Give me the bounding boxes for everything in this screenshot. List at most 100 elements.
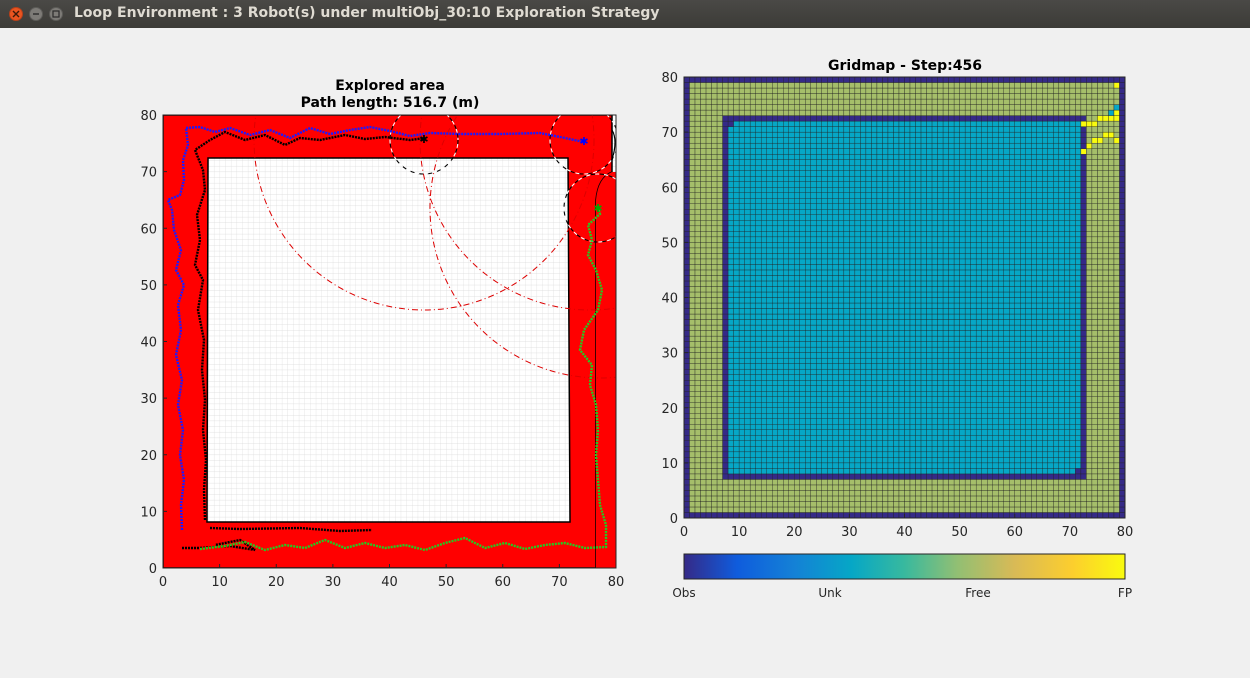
grid-cell-unk xyxy=(760,424,767,430)
grid-cell-unk xyxy=(749,258,756,265)
grid-cell-free xyxy=(744,484,751,491)
grid-cell-free xyxy=(1075,495,1082,502)
grid-cell-unk xyxy=(970,209,977,215)
grid-cell-unk xyxy=(794,446,800,453)
grid-cell-unk xyxy=(871,380,878,386)
grid-cell-free xyxy=(716,391,723,397)
grid-cell-unk xyxy=(777,468,784,475)
grid-cell-unk xyxy=(738,341,745,348)
grid-cell-unk xyxy=(854,468,861,475)
grid-cell-unk xyxy=(760,247,767,254)
grid-cell-obs xyxy=(959,512,966,519)
grid-cell-free xyxy=(1113,457,1120,464)
grid-cell-free xyxy=(700,247,707,254)
grid-cell-obs xyxy=(683,258,690,265)
grid-cell-unk xyxy=(1053,264,1060,271)
grid-cell-unk xyxy=(832,192,839,199)
grid-cell-unk xyxy=(749,176,756,182)
grid-cell-free xyxy=(849,479,856,486)
grid-cell-free xyxy=(1113,231,1120,238)
grid-cell-unk xyxy=(727,330,734,337)
grid-cell-free xyxy=(987,490,993,497)
grid-cell-unk xyxy=(876,247,883,254)
grid-cell-free xyxy=(876,495,883,502)
grid-cell-unk xyxy=(1009,275,1015,282)
grid-cell-obs xyxy=(1119,424,1126,430)
grid-cell-obs xyxy=(1080,363,1087,370)
grid-cell-unk xyxy=(1058,264,1065,271)
grid-cell-unk xyxy=(975,297,982,304)
grid-cell-unk xyxy=(1003,352,1010,359)
grid-cell-unk xyxy=(937,324,944,331)
grid-cell-unk xyxy=(760,209,767,215)
grid-cell-unk xyxy=(1064,313,1071,320)
grid-cell-unk xyxy=(1047,187,1054,193)
grid-cell-unk xyxy=(794,319,800,326)
grid-cell-unk xyxy=(760,324,767,331)
grid-cell-obs xyxy=(854,473,861,480)
grid-cell-unk xyxy=(832,396,839,403)
grid-cell-unk xyxy=(876,363,883,370)
grid-cell-unk xyxy=(821,396,828,403)
grid-cell-unk xyxy=(733,424,740,430)
grid-cell-unk xyxy=(783,418,789,425)
grid-cell-unk xyxy=(992,440,999,447)
grid-cell-unk xyxy=(937,269,944,276)
grid-cell-free xyxy=(860,484,867,491)
grid-cell-free xyxy=(705,341,712,348)
grid-cell-obs xyxy=(1009,512,1015,519)
grid-cell-unk xyxy=(1014,242,1021,249)
grid-cell-obs xyxy=(1080,391,1087,397)
grid-cell-unk xyxy=(772,407,778,414)
grid-cell-free xyxy=(711,385,718,392)
grid-cell-free xyxy=(705,368,712,375)
grid-cell-unk xyxy=(975,363,982,370)
grid-cell-free xyxy=(981,484,988,491)
grid-cell-unk xyxy=(766,247,773,254)
grid-cell-free xyxy=(694,435,701,441)
grid-cell-obs xyxy=(683,286,690,293)
grid-cell-unk xyxy=(1009,385,1015,392)
grid-cell-unk xyxy=(755,451,762,458)
grid-cell-unk xyxy=(1025,341,1032,348)
grid-cell-unk xyxy=(865,380,872,386)
grid-cell-obs xyxy=(1119,385,1126,392)
grid-cell-unk xyxy=(998,308,1004,315)
grid-cell-unk xyxy=(987,236,993,243)
grid-cell-free xyxy=(1097,479,1104,486)
grid-cell-unk xyxy=(766,341,773,348)
grid-cell-unk xyxy=(964,346,971,353)
grid-cell-unk xyxy=(832,380,839,386)
grid-cell-free xyxy=(1097,385,1104,392)
grid-cell-unk xyxy=(898,187,905,193)
grid-cell-unk xyxy=(854,385,861,392)
grid-cell-unk xyxy=(772,225,778,232)
grid-cell-free xyxy=(1020,506,1026,513)
grid-cell-unk xyxy=(1025,457,1032,464)
grid-cell-free xyxy=(1058,479,1065,486)
grid-cell-unk xyxy=(893,462,900,469)
grid-cell-unk xyxy=(959,181,966,188)
grid-cell-unk xyxy=(1075,269,1082,276)
grid-cell-unk xyxy=(777,413,784,419)
grid-cell-unk xyxy=(876,462,883,469)
minimize-window-button[interactable] xyxy=(29,7,43,21)
grid-cell-unk xyxy=(898,391,905,397)
grid-cell-obs xyxy=(772,473,778,480)
grid-cell-unk xyxy=(898,363,905,370)
grid-cell-unk xyxy=(816,313,822,320)
grid-cell-unk xyxy=(794,231,800,238)
grid-cell-unk xyxy=(783,424,789,430)
grid-cell-unk xyxy=(959,413,966,419)
grid-cell-unk xyxy=(882,302,889,309)
grid-cell-free xyxy=(865,506,872,513)
grid-cell-unk xyxy=(975,264,982,271)
grid-cell-free xyxy=(1036,479,1043,486)
grid-cell-unk xyxy=(1075,385,1082,392)
close-window-button[interactable] xyxy=(9,7,23,21)
grid-cell-unk xyxy=(1064,275,1071,282)
grid-cell-free xyxy=(953,484,960,491)
grid-cell-unk xyxy=(783,286,789,293)
grid-cell-unk xyxy=(760,363,767,370)
maximize-window-button[interactable] xyxy=(49,7,63,21)
